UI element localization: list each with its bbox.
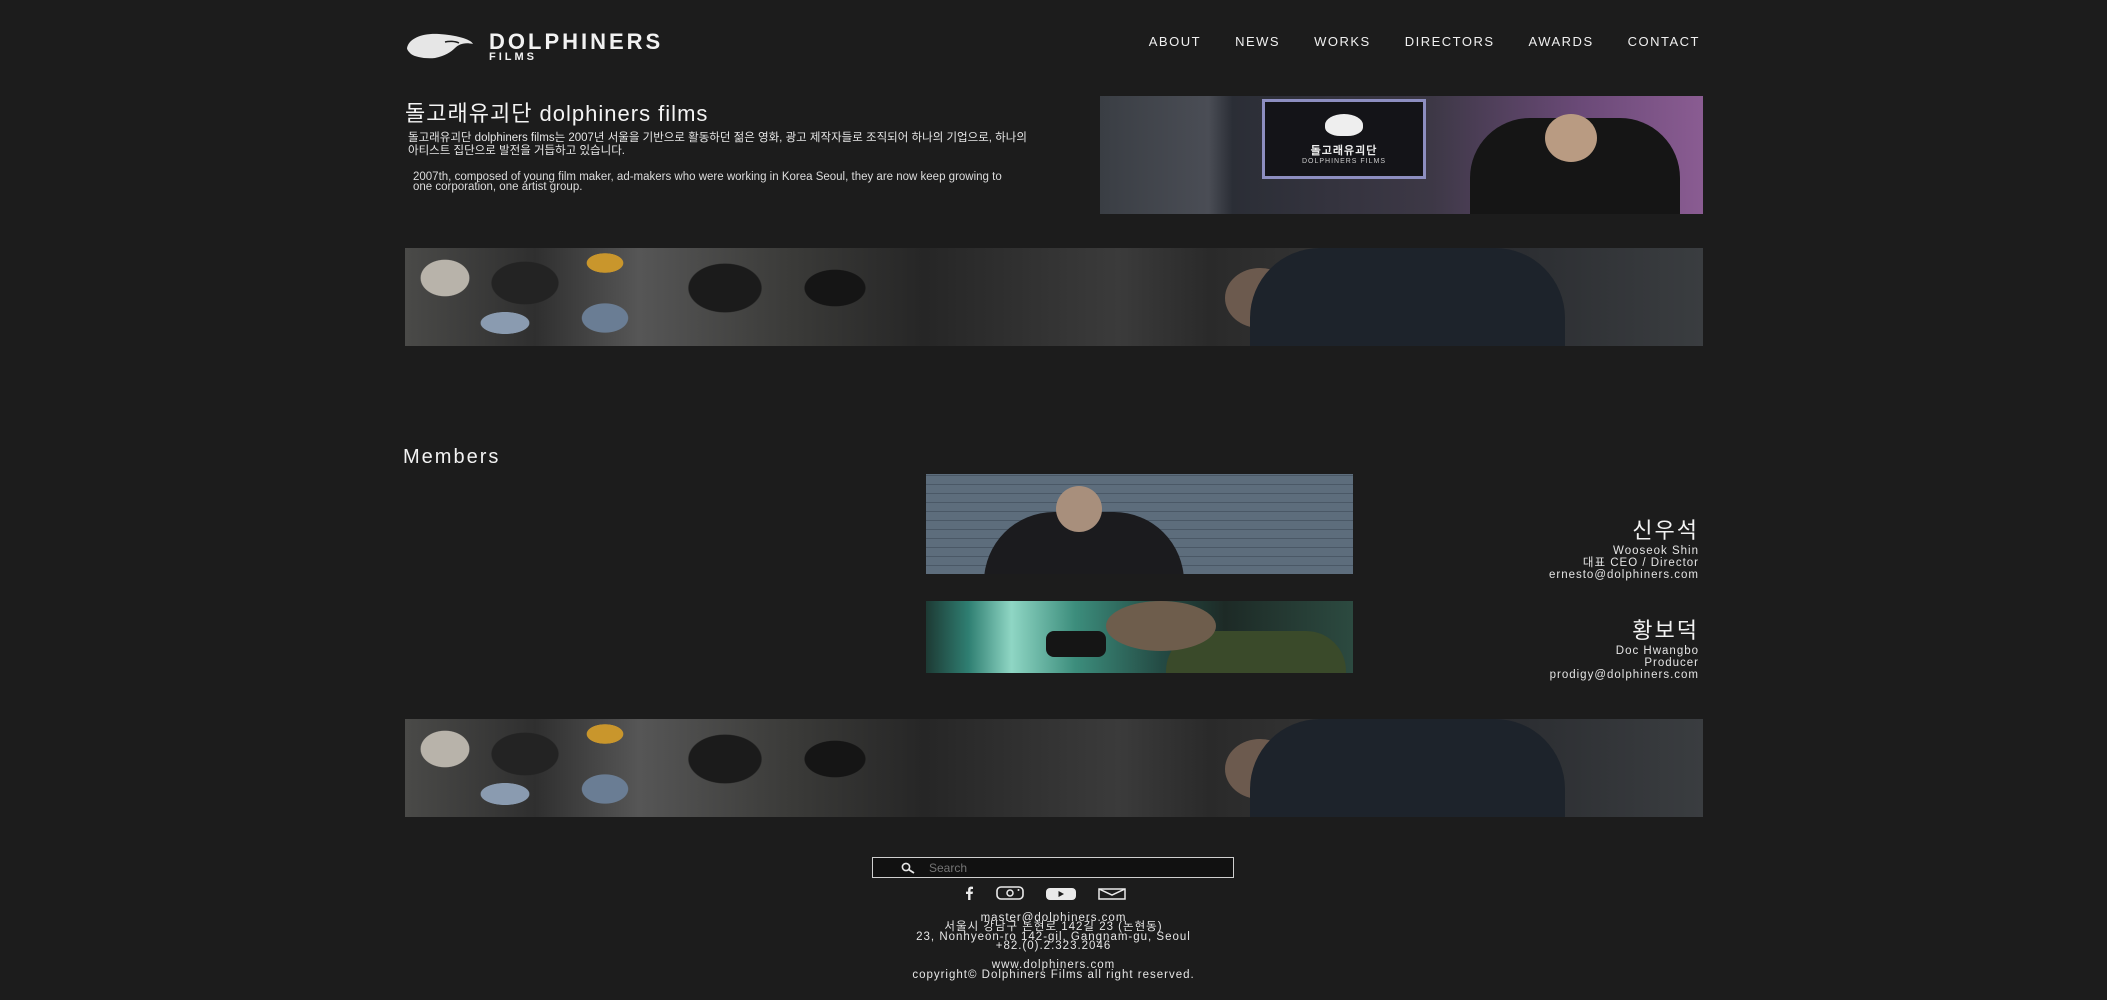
facebook-icon[interactable] [964, 886, 974, 905]
member-name-korean: 황보덕 [1632, 618, 1699, 643]
logo-subtext: FILMS [489, 51, 537, 63]
member-role: Producer [1644, 657, 1699, 669]
intro-photo: 돌고래유괴단 DOLPHINERS FILMS [1100, 96, 1703, 214]
member-head [1106, 601, 1216, 651]
camera-shape [1046, 631, 1106, 657]
member-info: 신우석 Wooseok Shin 대표 CEO / Director ernes… [1549, 518, 1699, 581]
search-input[interactable] [929, 860, 1179, 875]
mail-icon[interactable] [1098, 887, 1126, 905]
sign-logo-icon [1325, 114, 1363, 136]
sign-subtext: DOLPHINERS FILMS [1301, 158, 1387, 165]
film-crew-scene [405, 719, 945, 817]
member-email[interactable]: prodigy@dolphiners.com [1550, 669, 1699, 681]
person-jacket [1250, 719, 1565, 817]
nav-awards[interactable]: AWARDS [1529, 34, 1594, 49]
social-links [964, 886, 1126, 905]
member-email[interactable]: ernesto@dolphiners.com [1549, 569, 1699, 581]
nav-works[interactable]: WORKS [1314, 34, 1371, 49]
member-name-english: Wooseok Shin [1613, 545, 1699, 557]
nav-contact[interactable]: CONTACT [1628, 34, 1700, 49]
search-box [872, 857, 1234, 878]
member-name-english: Doc Hwangbo [1615, 645, 1699, 657]
youtube-icon[interactable] [1046, 887, 1076, 905]
member-head [1056, 486, 1102, 532]
footer-phone: +82.(0).2.323.2046 [995, 940, 1112, 952]
search-icon [901, 862, 915, 874]
person-head [1545, 114, 1597, 162]
sign-text: 돌고래유괴단 [1310, 145, 1378, 157]
member-role: 대표 CEO / Director [1582, 557, 1699, 569]
dolphin-logo-icon [407, 33, 473, 59]
office-sign: 돌고래유괴단 DOLPHINERS FILMS [1262, 99, 1426, 179]
site-logo[interactable]: DOLPHINERS FILMS [405, 29, 745, 63]
nav-about[interactable]: ABOUT [1149, 34, 1201, 49]
film-crew-scene [405, 248, 945, 346]
person-jacket [1250, 248, 1565, 346]
intro-title: 돌고래유괴단 dolphiners films [405, 101, 709, 126]
banner-image-top [405, 248, 1703, 346]
member-photo[interactable] [926, 601, 1353, 673]
instagram-icon[interactable] [996, 886, 1024, 905]
footer-copyright: copyright© Dolphiners Films all right re… [912, 969, 1195, 981]
banner-image-bottom [405, 719, 1703, 817]
intro-text-english: 2007th, composed of young film maker, ad… [413, 171, 1002, 193]
logo-wordmark: DOLPHINERS [489, 29, 664, 54]
intro-text-korean: 돌고래유괴단 dolphiners films는 2007년 서울을 기반으로 … [408, 132, 1027, 157]
nav-news[interactable]: NEWS [1235, 34, 1280, 49]
member-name-korean: 신우석 [1632, 518, 1699, 543]
nav-directors[interactable]: DIRECTORS [1405, 34, 1495, 49]
members-heading: Members [403, 446, 501, 468]
member-photo[interactable] [926, 474, 1353, 574]
main-nav: ABOUT NEWS WORKS DIRECTORS AWARDS CONTAC… [1149, 34, 1700, 49]
member-info: 황보덕 Doc Hwangbo Producer prodigy@dolphin… [1550, 618, 1699, 681]
